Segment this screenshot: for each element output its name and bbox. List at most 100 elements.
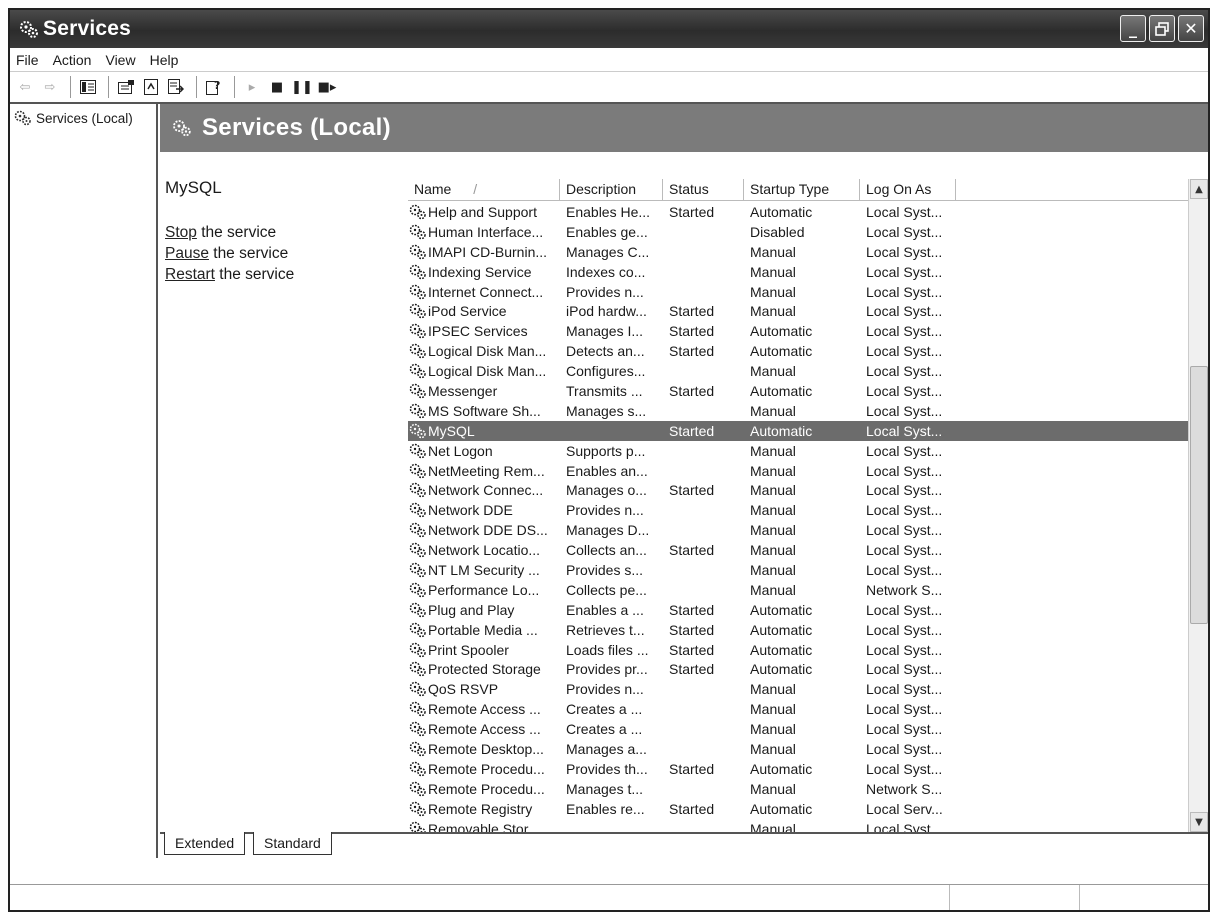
back-arrow-icon[interactable]: ⇦ [14,76,36,98]
table-row[interactable]: Net Logon Supports p... Manual Local Syst..… [408,441,1188,461]
table-row[interactable]: Remote Procedu... Manages t... Manual Netwo… [408,779,1188,799]
gears-icon [409,801,427,817]
menu-help[interactable]: Help [150,52,179,68]
table-row[interactable]: Network DDE Provides n... Manual Local Syst… [408,500,1188,520]
minimize-button[interactable]: _ [1120,15,1146,42]
service-description: Enables re... [566,800,645,817]
service-description: Provides n... [566,502,644,519]
service-description: Provides n... [566,681,644,698]
help-icon[interactable]: ? [203,76,225,98]
service-status: Started [669,661,715,678]
table-row[interactable]: Remote Access ... Creates a ... Manual Loca… [408,719,1188,739]
service-description: Manages s... [566,402,647,419]
table-row[interactable]: Network DDE DS... Manages D... Manual Local… [408,520,1188,540]
gears-icon [409,821,427,832]
table-row[interactable]: Logical Disk Man... Configures... Manual Lo… [408,361,1188,381]
table-row[interactable]: Portable Media ... Retrieves t... Started A… [408,620,1188,640]
tab-extended[interactable]: Extended [164,832,246,855]
table-row[interactable]: Remote Access ... Creates a ... Manual Loca… [408,699,1188,719]
service-description: Transmits ... [566,382,643,399]
gears-icon [409,383,427,399]
service-name: Print Spooler [408,642,560,658]
menu-file[interactable]: File [16,52,39,68]
gears-icon [409,721,427,737]
service-startup-type: Manual [750,581,796,598]
table-row[interactable]: Human Interface... Enables ge... Disabled L… [408,222,1188,242]
table-row[interactable]: iPod Service iPod hardw... Started Manual Lo… [408,301,1188,321]
restart-service-link[interactable]: Restart [165,266,215,283]
stop-service-link[interactable]: Stop [165,224,197,241]
restore-button[interactable] [1149,15,1175,42]
table-row[interactable]: NT LM Security ... Provides s... Manual Loc… [408,560,1188,580]
table-row[interactable]: Print Spooler Loads files ... Started Autom… [408,640,1188,660]
table-row[interactable]: QoS RSVP Provides n... Manual Local Syst... [408,679,1188,699]
column-header-description[interactable]: Description [560,179,663,200]
service-status: Started [669,323,715,340]
service-description-panel: MySQL Stop the service Pause the service… [160,152,398,832]
table-row[interactable]: Protected Storage Provides pr... Started Au… [408,659,1188,679]
table-row[interactable]: MySQL Started Automatic Local Syst... [408,420,1188,441]
column-header-status[interactable]: Status [663,179,744,200]
menu-action[interactable]: Action [53,52,92,68]
vertical-scrollbar[interactable]: ▲ ▼ [1188,179,1208,832]
table-row[interactable]: Help and Support Enables He... Started Auto… [408,202,1188,222]
service-startup-type: Manual [750,780,796,797]
table-row[interactable]: IPSEC Services Manages I... Started Automat… [408,321,1188,341]
refresh-icon[interactable] [140,76,162,98]
service-name: Messenger [408,383,560,399]
service-name: Network Connec... [408,482,560,498]
tab-standard[interactable]: Standard [253,832,332,855]
table-row[interactable]: Remote Desktop... Manages a... Manual Local… [408,739,1188,759]
scroll-up-arrow[interactable]: ▲ [1190,179,1208,199]
service-name: Help and Support [408,204,560,220]
table-row[interactable]: Messenger Transmits ... Started Automatic Lo… [408,381,1188,401]
stop-service-icon[interactable]: ■ [266,76,288,98]
table-row[interactable]: Remote Procedu... Provides th... Started Au… [408,759,1188,779]
table-row[interactable]: Plug and Play Enables a ... Started Automat… [408,600,1188,620]
service-log-on-as: Network S... [866,581,943,598]
service-startup-type: Manual [750,363,796,380]
table-row[interactable]: NetMeeting Rem... Enables an... Manual Loca… [408,461,1188,481]
scroll-down-arrow[interactable]: ▼ [1190,812,1208,832]
gears-icon [409,423,427,439]
gears-icon [409,582,427,598]
service-startup-type: Automatic [750,641,813,658]
gears-icon [18,18,40,40]
restart-service-icon[interactable]: ■▸ [316,76,338,98]
title-bar[interactable]: Services _ ✕ [10,10,1208,48]
table-row[interactable]: Network Locatio... Collects an... Started M… [408,540,1188,560]
table-row[interactable]: MS Software Sh... Manages s... Manual Local… [408,401,1188,421]
show-hide-tree-icon[interactable] [77,76,99,98]
table-row[interactable]: Logical Disk Man... Detects an... Started A… [408,341,1188,361]
pause-service-link[interactable]: Pause [165,245,209,262]
start-service-icon[interactable]: ▸ [241,76,263,98]
service-startup-type: Manual [750,721,796,738]
forward-arrow-icon[interactable]: ⇨ [39,76,61,98]
export-list-icon[interactable] [165,76,187,98]
table-row[interactable]: Removable Stor... Manual Local Syst... [408,819,1188,832]
service-name: Removable Stor... [408,821,560,832]
properties-icon[interactable] [115,76,137,98]
table-row[interactable]: Network Connec... Manages o... Started Manu… [408,480,1188,500]
pause-service-icon[interactable]: ❚❚ [291,76,313,98]
table-row[interactable]: IMAPI CD-Burnin... Manages C... Manual Loca… [408,242,1188,262]
gears-icon [409,542,427,558]
details-pane: Services (Local) MySQL Stop the service … [160,104,1208,858]
tree-item-services-local[interactable]: Services (Local) [10,104,156,126]
table-row[interactable]: Remote Registry Enables re... Started Autom… [408,799,1188,819]
scroll-thumb[interactable] [1190,366,1208,624]
column-header-log-on-as[interactable]: Log On As [860,179,956,200]
table-row[interactable]: Performance Lo... Collects pe... Manual Net… [408,580,1188,600]
service-description: Manages I... [566,323,644,340]
menu-view[interactable]: View [105,52,135,68]
table-row[interactable]: Internet Connect... Provides n... Manual Lo… [408,282,1188,302]
service-description: Detects an... [566,343,645,360]
service-log-on-as: Local Syst... [866,382,943,399]
column-header-startup-type[interactable]: Startup Type [744,179,860,200]
service-startup-type: Automatic [750,760,813,777]
close-button[interactable]: ✕ [1178,15,1204,42]
service-startup-type: Automatic [750,203,813,220]
service-startup-type: Automatic [750,621,813,638]
table-row[interactable]: Indexing Service Indexes co... Manual Local… [408,262,1188,282]
column-header-name[interactable]: Name / [408,179,560,200]
